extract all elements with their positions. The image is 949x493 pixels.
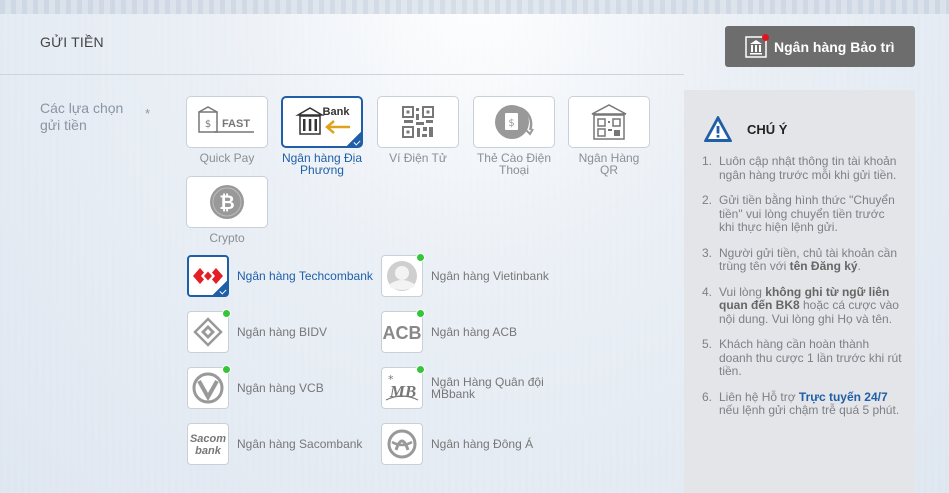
notice-panel: CHÚ Ý 1. Luôn cập nhật thông tin tài kho…	[684, 90, 915, 493]
maintenance-banks-button[interactable]: Ngân hàng Bảo trì	[725, 26, 915, 67]
method-quick-pay[interactable]: $ FAST Quick Pay	[186, 96, 268, 164]
deposit-options-label: Các lựa chọn gửi tiền	[40, 100, 124, 133]
method-label: Ví Điện Tử	[389, 151, 447, 165]
method-label: Crypto	[209, 231, 245, 245]
bank-name: Ngân hàng Vietinbank	[431, 269, 549, 283]
warning-icon	[704, 116, 732, 142]
svg-text:ACB: ACB	[383, 323, 421, 343]
notice-item: 6. Liên hệ Hỗ trợ Trực tuyến 24/7 nếu lệ…	[702, 389, 900, 417]
selected-check-icon	[212, 280, 228, 296]
svg-text:FAST: FAST	[222, 118, 250, 130]
bank-bidv[interactable]: Ngân hàng BIDV	[187, 309, 377, 353]
notice-title: CHÚ Ý	[747, 121, 788, 137]
method-label: Thẻ Cào Điện Thoại	[476, 151, 552, 177]
bank-name: Ngân Hàng Quân đội MBbank	[431, 375, 544, 401]
bank-techcombank[interactable]: Ngân hàng Techcombank	[187, 255, 377, 297]
method-label: Ngân Hàng QR	[578, 151, 640, 177]
acb-logo-icon: ACB	[383, 323, 421, 343]
online-status-dot	[222, 365, 231, 374]
page-title: GỬI TIỀN	[40, 34, 104, 50]
dong-a-logo-icon	[387, 429, 417, 459]
svg-text:bank: bank	[195, 445, 222, 457]
bank-sacombank[interactable]: Sacom bank Ngân hàng Sacombank	[187, 423, 377, 465]
svg-text:$: $	[508, 118, 514, 129]
method-crypto[interactable]: ₿ Crypto	[186, 176, 268, 244]
svg-text:Bank: Bank	[323, 106, 351, 118]
method-label: Ngân hàng Địa Phương	[281, 151, 363, 177]
method-label: Quick Pay	[199, 151, 255, 165]
bank-name: Ngân hàng Sacombank	[237, 437, 363, 451]
quick-pay-icon: $ FAST	[198, 106, 254, 133]
phone-card-icon: $	[495, 105, 534, 139]
vcb-logo-icon	[192, 372, 224, 404]
bank-name: Ngân hàng Đông Á	[431, 437, 534, 451]
method-local-bank[interactable]: Bank Ngân hàng Địa Phương	[281, 96, 363, 176]
bank-name: Ngân hàng ACB	[431, 325, 518, 339]
bank-vcb[interactable]: Ngân hàng VCB	[187, 365, 377, 409]
notice-item: 5. Khách hàng cần hoàn thành doanh thu c…	[702, 337, 902, 378]
notice-item: 1. Luôn cập nhật thông tin tài khoản ngâ…	[702, 154, 897, 182]
method-qr-bank[interactable]: Ngân Hàng QR	[568, 96, 650, 176]
svg-text:₿: ₿	[219, 192, 234, 214]
bank-maintenance-icon	[745, 33, 769, 58]
online-status-dot	[416, 253, 425, 262]
bank-acb[interactable]: ACB Ngân hàng ACB	[381, 309, 571, 353]
notice-list: 1. Luôn cập nhật thông tin tài khoản ngâ…	[702, 154, 902, 430]
selected-check-icon	[346, 131, 362, 147]
notice-header: CHÚ Ý	[703, 115, 787, 143]
qr-wallet-icon	[402, 106, 434, 138]
bank-name: Ngân hàng BIDV	[237, 325, 328, 339]
vietinbank-logo-icon	[387, 261, 417, 291]
bidv-logo-icon	[193, 317, 223, 347]
header-divider	[0, 74, 684, 75]
notice-item: 3. Người gửi tiền, chủ tài khoản cần trù…	[702, 245, 898, 273]
local-bank-icon: Bank	[295, 106, 351, 135]
live-support-link[interactable]: Trực tuyến 24/7	[799, 390, 888, 404]
bank-mbbank[interactable]: * MB Ngân Hàng Quân đội MBbank	[381, 365, 571, 409]
alert-dot	[762, 33, 769, 41]
method-e-wallet[interactable]: Ví Điện Tử	[377, 96, 459, 164]
bitcoin-icon: ₿	[210, 185, 244, 219]
stadium-background	[0, 0, 949, 14]
bank-vietinbank[interactable]: Ngân hàng Vietinbank	[381, 253, 571, 297]
online-status-dot	[416, 309, 425, 318]
online-status-dot	[416, 365, 425, 374]
method-phone-card[interactable]: $ Thẻ Cào Điện Thoại	[473, 96, 555, 176]
maintenance-button-label: Ngân hàng Bảo trì	[774, 38, 895, 55]
svg-text:$: $	[205, 119, 211, 130]
mbbank-logo-icon: * MB	[385, 373, 419, 401]
online-status-dot	[222, 309, 231, 318]
sacombank-logo-icon: Sacom bank	[190, 433, 226, 457]
notice-item: 2. Gửi tiền bằng hình thức "Chuyển tiền"…	[702, 193, 895, 234]
bank-name: Ngân hàng VCB	[237, 381, 324, 395]
required-mark: *	[145, 106, 151, 121]
bank-dong-a[interactable]: Ngân hàng Đông Á	[381, 423, 571, 465]
bank-name: Ngân hàng Techcombank	[237, 269, 373, 283]
qr-bank-icon	[591, 104, 627, 140]
svg-text:Sacom: Sacom	[190, 433, 226, 445]
notice-item: 4. Vui lòng không ghi từ ngữ liên quan đ…	[702, 284, 899, 326]
